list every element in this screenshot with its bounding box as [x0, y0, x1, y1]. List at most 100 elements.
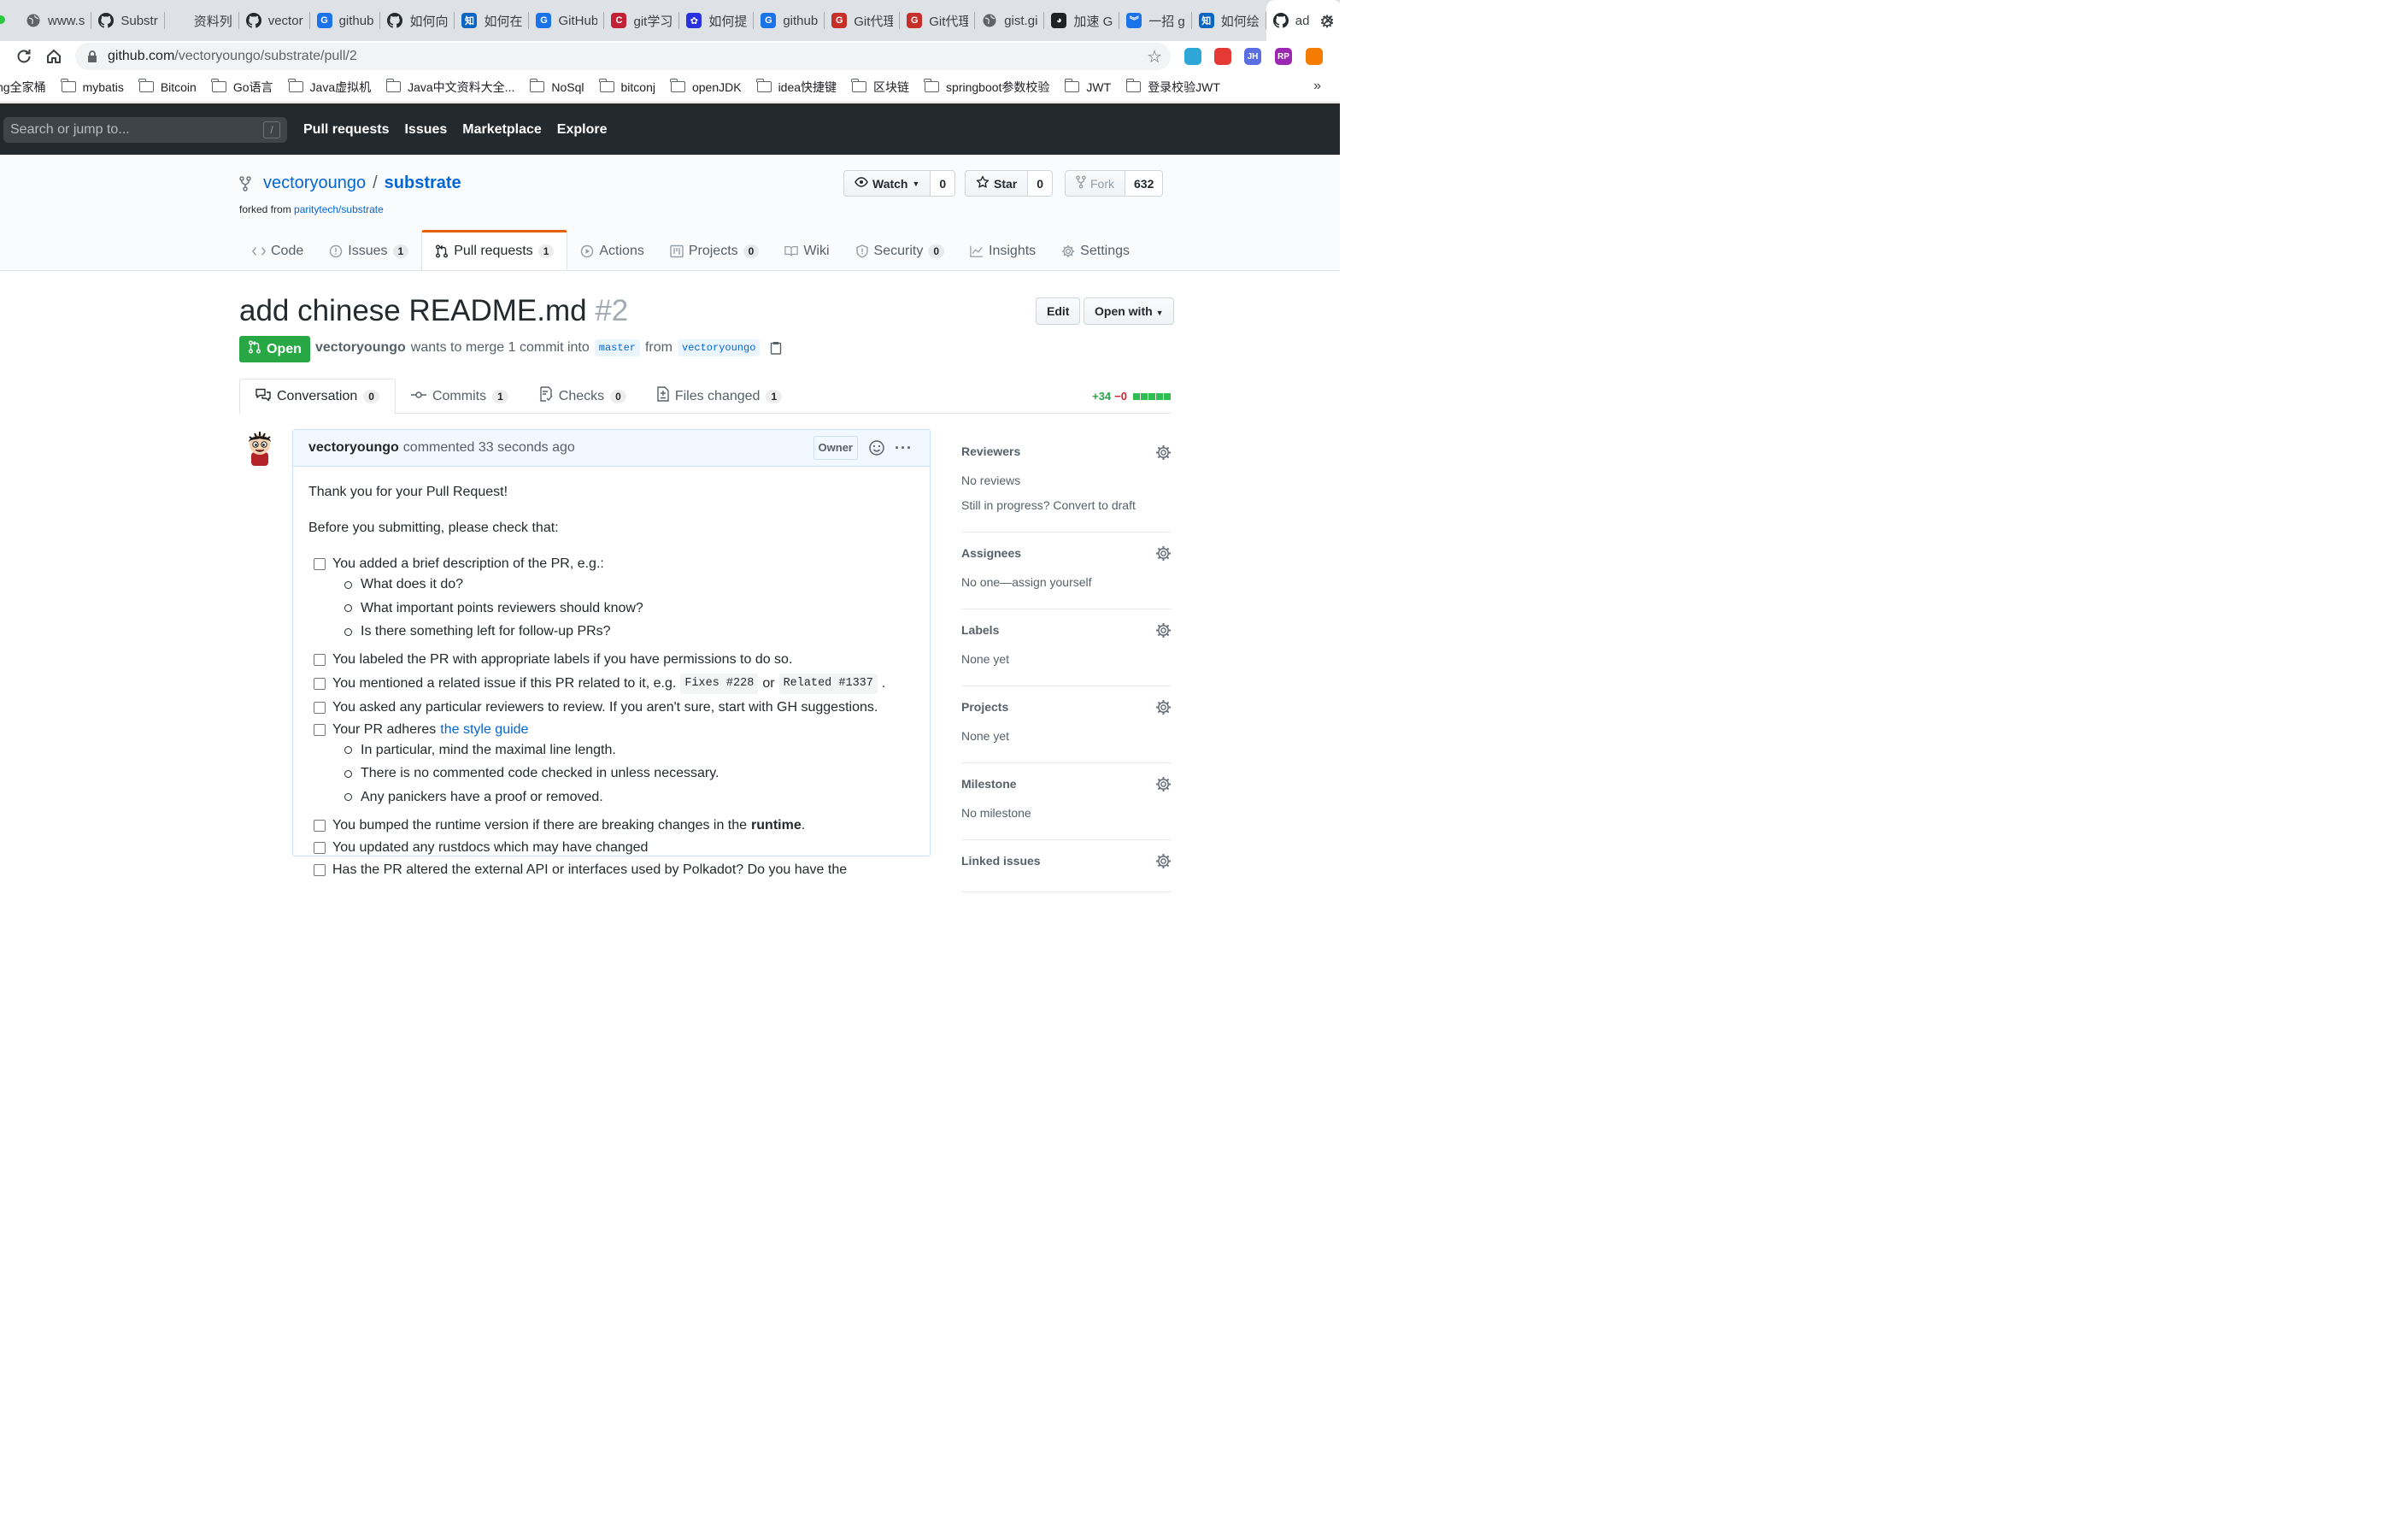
- tab-code[interactable]: Code: [239, 232, 316, 271]
- gear-icon[interactable]: [1155, 699, 1172, 715]
- browser-tab[interactable]: 知如何在: [455, 0, 530, 41]
- watch-button[interactable]: Watch ▼: [843, 170, 931, 197]
- search-input[interactable]: Search or jump to... /: [3, 117, 287, 143]
- sidebar-projects-title[interactable]: Projects: [961, 700, 1172, 714]
- browser-tab[interactable]: Ggithub: [310, 0, 381, 41]
- star-count[interactable]: 0: [1028, 170, 1054, 197]
- task-checkbox[interactable]: [314, 723, 326, 736]
- tab-security[interactable]: Security 0: [843, 232, 957, 271]
- browser-tab[interactable]: G Git代理: [900, 0, 976, 41]
- bookmark-item[interactable]: mybatis: [54, 79, 132, 94]
- browser-tab[interactable]: ✿ 如何提: [679, 0, 755, 41]
- nav-issues[interactable]: Issues: [404, 122, 447, 138]
- sidebar-assignees-title[interactable]: Assignees: [961, 546, 1172, 560]
- bookmark-item[interactable]: Java虚拟机: [281, 79, 379, 96]
- browser-tab[interactable]: Substr: [91, 0, 166, 41]
- nav-explore[interactable]: Explore: [557, 122, 608, 138]
- tab-insights[interactable]: Insights: [957, 232, 1048, 271]
- star-button[interactable]: Star: [965, 170, 1029, 197]
- tab-actions[interactable]: Actions: [567, 232, 656, 271]
- browser-tab[interactable]: ◕ 加速 G: [1044, 0, 1120, 41]
- sidebar-labels-title[interactable]: Labels: [961, 623, 1172, 637]
- bookmark-item[interactable]: NoSql: [522, 79, 591, 94]
- red-ext-icon[interactable]: [1214, 48, 1231, 65]
- bookmark-item[interactable]: 登录校验JWT: [1119, 79, 1228, 96]
- kebab-horizontal-icon[interactable]: ···: [895, 439, 913, 457]
- watch-count[interactable]: 0: [931, 170, 956, 197]
- browser-tab[interactable]: 如何向: [380, 0, 455, 41]
- open-with-button[interactable]: Open with ▼: [1084, 297, 1175, 325]
- task-checkbox[interactable]: [314, 841, 326, 854]
- head-branch[interactable]: vectoryoungo: [677, 339, 761, 356]
- tab-settings[interactable]: Settings: [1048, 232, 1142, 271]
- repo-owner-link[interactable]: vectoryoungo: [263, 174, 366, 193]
- bookmark-item[interactable]: Go语言: [204, 79, 281, 96]
- sidebar-assignees-text[interactable]: No one—assign yourself: [961, 570, 1172, 595]
- tab-wiki[interactable]: Wiki: [772, 232, 842, 271]
- edit-button[interactable]: Edit: [1036, 297, 1081, 325]
- bookmark-item[interactable]: Bitcoin: [132, 79, 204, 94]
- gear-icon[interactable]: [1155, 444, 1172, 461]
- gear-icon[interactable]: [1155, 545, 1172, 562]
- style-guide-link[interactable]: the style guide: [440, 721, 528, 739]
- task-checkbox[interactable]: [314, 819, 326, 832]
- browser-tab[interactable]: Cgit学习: [604, 0, 680, 41]
- tab-checks[interactable]: Checks 0: [524, 379, 642, 414]
- bookmark-item[interactable]: bitconj: [592, 79, 663, 94]
- bookmark-item[interactable]: ng全家桶: [0, 79, 54, 96]
- shield-ext-icon[interactable]: [1184, 48, 1201, 65]
- tab-projects[interactable]: Projects 0: [657, 232, 772, 271]
- window-zoom-dot[interactable]: [0, 15, 5, 24]
- reload-icon[interactable]: [9, 41, 39, 72]
- comment-timestamp[interactable]: commented 33 seconds ago: [403, 440, 575, 456]
- tab-pull-requests[interactable]: Pull requests 1: [421, 230, 568, 270]
- bookmark-item[interactable]: idea快捷键: [749, 79, 844, 96]
- gear-icon[interactable]: [1155, 622, 1172, 638]
- sidebar-reviewers-title[interactable]: Reviewers: [961, 444, 1172, 458]
- browser-tab[interactable]: Ggithub: [754, 0, 825, 41]
- tab-files-changed[interactable]: Files changed 1: [642, 379, 797, 414]
- avatar[interactable]: [243, 430, 277, 468]
- nav-pull-requests[interactable]: Pull requests: [303, 122, 389, 138]
- pr-author-link[interactable]: vectoryoungo: [315, 340, 406, 356]
- gear-icon[interactable]: [1155, 776, 1172, 792]
- rp-ext-icon[interactable]: RP: [1275, 48, 1292, 65]
- nav-marketplace[interactable]: Marketplace: [462, 122, 542, 138]
- repo-name-link[interactable]: substrate: [385, 174, 461, 193]
- browser-tab[interactable]: G Git代理: [825, 0, 901, 41]
- fork-count[interactable]: 632: [1125, 170, 1164, 197]
- bookmarks-overflow-icon[interactable]: »: [1313, 79, 1321, 94]
- bookmark-star-icon[interactable]: ☆: [1147, 46, 1162, 68]
- task-checkbox[interactable]: [314, 558, 326, 570]
- home-icon[interactable]: [38, 41, 69, 72]
- tab-commits[interactable]: Commits 1: [396, 379, 524, 414]
- browser-tab[interactable]: 知如何绘: [1192, 0, 1266, 41]
- comment-author-link[interactable]: vectoryoungo: [308, 440, 399, 456]
- bookmark-item[interactable]: JWT: [1057, 79, 1119, 94]
- browser-tab[interactable]: G GitHub: [529, 0, 605, 41]
- orange-ext-icon[interactable]: [1306, 48, 1323, 65]
- task-checkbox[interactable]: [314, 678, 326, 691]
- browser-tab[interactable]: 资料列: [165, 0, 239, 41]
- tab-issues[interactable]: Issues 1: [316, 232, 421, 271]
- lock-icon[interactable]: [87, 50, 99, 62]
- url-omnibox[interactable]: github.com/vectoryoungo/substrate/pull/2…: [75, 43, 1171, 70]
- browser-tab[interactable]: www.s: [19, 0, 92, 41]
- tab-conversation[interactable]: Conversation 0: [239, 379, 396, 415]
- browser-tab[interactable]: ︾ 一招 g: [1119, 0, 1192, 41]
- fork-button[interactable]: Fork: [1065, 170, 1125, 197]
- jh-ext-icon[interactable]: JH: [1244, 48, 1261, 65]
- browser-tab[interactable]: vector: [239, 0, 310, 41]
- gear-icon[interactable]: [1155, 853, 1172, 869]
- task-checkbox[interactable]: [314, 701, 326, 714]
- task-checkbox[interactable]: [314, 654, 326, 667]
- browser-tab[interactable]: gist.gi: [975, 0, 1045, 41]
- sidebar-reviewers-text[interactable]: Still in progress? Convert to draft: [961, 493, 1172, 518]
- smiley-icon[interactable]: [868, 439, 885, 456]
- bookmark-item[interactable]: springboot参数校验: [917, 79, 1057, 96]
- sidebar-milestone-title[interactable]: Milestone: [961, 777, 1172, 791]
- sidebar-linked-issues-title[interactable]: Linked issues: [961, 854, 1172, 868]
- bookmark-item[interactable]: 区块链: [844, 79, 917, 96]
- base-branch[interactable]: master: [594, 339, 640, 356]
- bookmark-item[interactable]: openJDK: [663, 79, 749, 94]
